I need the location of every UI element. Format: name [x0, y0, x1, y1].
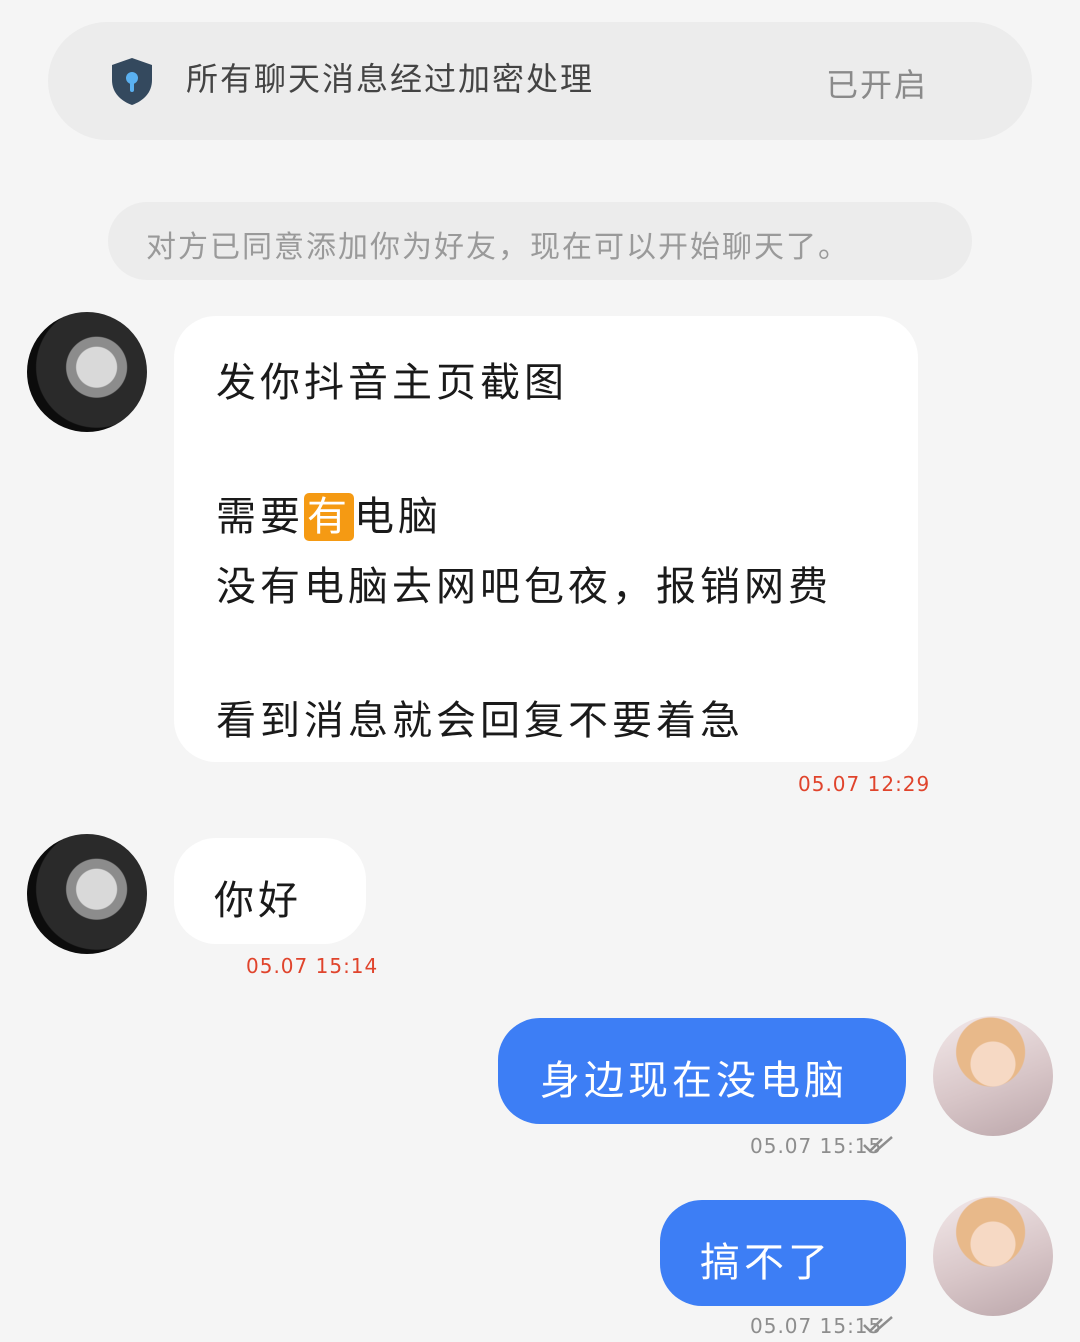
encryption-status: 已开启	[826, 66, 929, 104]
my-avatar[interactable]	[933, 1196, 1053, 1316]
message-text: 搞不了	[700, 1240, 832, 1286]
message-text-segment: 电脑	[354, 494, 442, 540]
message-line: 需要有电脑	[216, 484, 442, 542]
message-line: 看到消息就会回复不要着急	[216, 698, 744, 744]
message-timestamp: 05.07 15:14	[246, 954, 379, 978]
contact-avatar[interactable]	[27, 834, 147, 954]
system-notice-text: 对方已同意添加你为好友，现在可以开始聊天了。	[146, 230, 850, 265]
read-check-icon	[863, 1136, 893, 1153]
encryption-text: 所有聊天消息经过加密处理	[186, 60, 595, 98]
chat-screen: 所有聊天消息经过加密处理 已开启 对方已同意添加你为好友，现在可以开始聊天了。 …	[0, 0, 1080, 1342]
read-check-icon	[863, 1316, 893, 1333]
message-text-segment: 需要	[216, 494, 304, 540]
message-text: 你好	[214, 878, 302, 924]
message-line: 发你抖音主页截图	[216, 360, 568, 406]
highlight-char: 有	[304, 493, 354, 541]
message-timestamp: 05.07 12:29	[798, 772, 931, 796]
shield-lock-icon	[112, 58, 152, 105]
contact-avatar[interactable]	[27, 312, 147, 432]
message-text: 身边现在没电脑	[540, 1058, 848, 1104]
my-avatar[interactable]	[933, 1016, 1053, 1136]
message-line: 没有电脑去网吧包夜，报销网费	[216, 564, 832, 610]
